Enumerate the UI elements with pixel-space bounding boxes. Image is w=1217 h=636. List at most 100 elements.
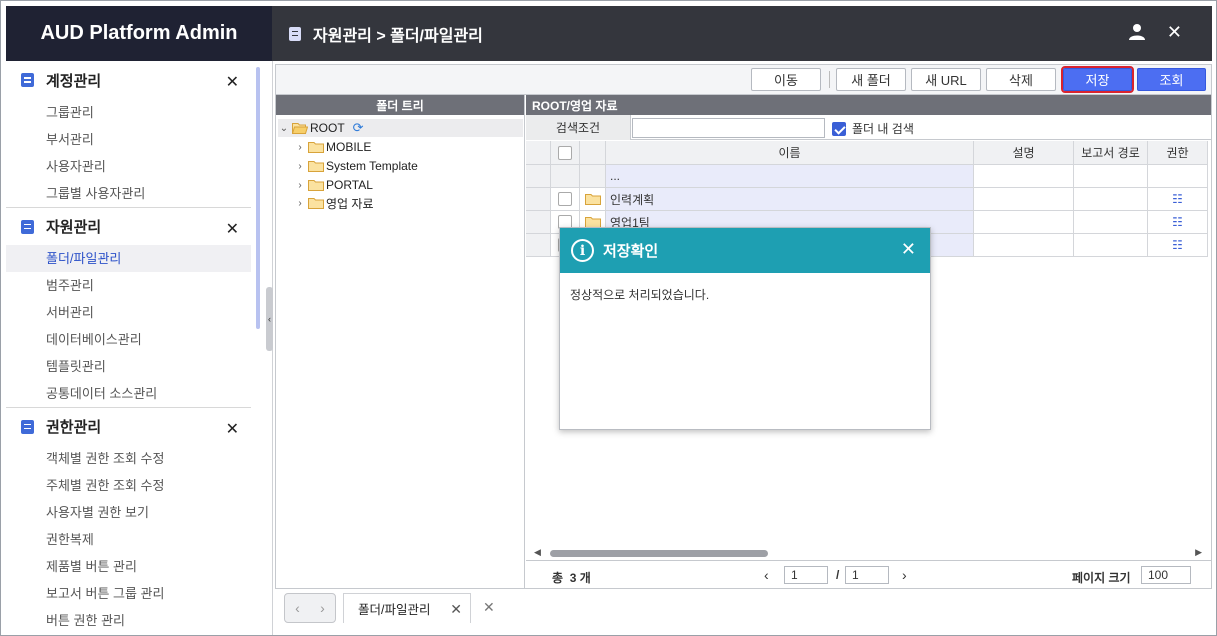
new-folder-button[interactable]: 새 폴더 — [836, 68, 906, 91]
close-all-tabs-icon[interactable]: ✕ — [483, 599, 495, 616]
search-bar: 검색조건 폴더 내 검색 — [526, 115, 1211, 140]
chevron-right-icon[interactable]: › — [294, 161, 306, 172]
close-icon[interactable]: ✕ — [226, 419, 239, 439]
sidebar-item-user-permission-view[interactable]: 사용자별 권한 보기 — [6, 499, 251, 526]
app-title: AUD Platform Admin — [6, 6, 272, 61]
sidebar-item-product-button-mgmt[interactable]: 제품별 버튼 관리 — [6, 553, 251, 580]
checkbox[interactable] — [558, 145, 572, 160]
chevron-right-icon[interactable]: › — [294, 142, 306, 153]
search-button[interactable]: 조회 — [1137, 68, 1206, 91]
sidebar-item-common-datasource-mgmt[interactable]: 공통데이터 소스관리 — [6, 380, 251, 407]
tree-node-sales-data[interactable]: › 영업 자료 — [294, 194, 373, 212]
sidebar-collapse-handle[interactable]: ‹ — [266, 287, 273, 351]
top-header: 자원관리 > 폴더/파일관리 ✕ — [272, 6, 1212, 61]
move-button[interactable]: 이동 — [751, 68, 821, 91]
user-icon[interactable] — [1128, 23, 1146, 41]
sidebar-item-group-mgmt[interactable]: 그룹관리 — [6, 99, 251, 126]
permission-edit-icon[interactable]: ☷ — [1148, 211, 1208, 234]
sidebar-group-resource[interactable]: 자원관리 ✕ — [6, 207, 251, 245]
scroll-left-icon[interactable]: ◀ — [534, 547, 541, 558]
column-header-description[interactable]: 설명 — [974, 141, 1074, 165]
page-size-input[interactable]: 100 — [1141, 566, 1191, 584]
tab-bar: ‹ › 폴더/파일관리 ✕ ✕ — [273, 590, 1213, 630]
sidebar-item-permission-copy[interactable]: 권한복제 — [6, 526, 251, 553]
save-confirm-dialog: i 저장확인 ✕ 정상적으로 처리되었습니다. — [559, 227, 931, 430]
parent-folder-row[interactable]: ... — [606, 165, 974, 188]
table-cell — [1074, 211, 1148, 234]
divider — [829, 71, 830, 88]
permission-edit-icon[interactable]: ☷ — [1148, 188, 1208, 211]
column-header-report-path[interactable]: 보고서 경로 — [1074, 141, 1148, 165]
sidebar-item-report-button-group-mgmt[interactable]: 보고서 버튼 그룹 관리 — [6, 580, 251, 607]
folder-icon — [308, 180, 324, 191]
permission-edit-icon[interactable]: ☷ — [1148, 234, 1208, 257]
sidebar-item-folder-file-mgmt[interactable]: 폴더/파일관리 — [6, 245, 251, 272]
column-header-name[interactable]: 이름 — [606, 141, 974, 165]
new-url-button[interactable]: 새 URL — [911, 68, 981, 91]
sidebar-item-button-permission-mgmt[interactable]: 버튼 권한 관리 — [6, 607, 251, 634]
page-separator: / — [836, 568, 840, 582]
grid-header-cell — [580, 141, 606, 165]
column-header-permission[interactable]: 권한 — [1148, 141, 1208, 165]
tree-node-system-template[interactable]: › System Template — [294, 157, 418, 175]
folder-open-icon — [292, 123, 308, 134]
chevron-right-icon[interactable]: › — [294, 198, 306, 209]
sidebar-group-permission[interactable]: 권한관리 ✕ — [6, 407, 251, 445]
sidebar-item-subject-permission[interactable]: 주체별 권한 조회 수정 — [6, 472, 251, 499]
scrollbar-thumb[interactable] — [550, 550, 768, 557]
tree-node-portal[interactable]: › PORTAL — [294, 176, 373, 194]
delete-button[interactable]: 삭제 — [986, 68, 1056, 91]
search-input[interactable] — [632, 118, 825, 138]
tree-node-mobile[interactable]: › MOBILE — [294, 138, 371, 156]
close-icon[interactable]: ✕ — [226, 219, 239, 239]
horizontal-scrollbar[interactable]: ◀ ▶ — [534, 547, 1202, 558]
sidebar-scrollbar[interactable] — [256, 67, 260, 329]
tab-folder-file-mgmt[interactable]: 폴더/파일관리 ✕ — [343, 593, 471, 623]
next-page-icon[interactable]: › — [902, 567, 907, 583]
chevron-right-icon[interactable]: › — [294, 180, 306, 191]
document-icon — [289, 26, 301, 41]
save-button[interactable]: 저장 — [1061, 66, 1134, 93]
row-indicator — [526, 188, 551, 211]
checkbox[interactable] — [832, 121, 846, 136]
in-folder-search-toggle[interactable]: 폴더 내 검색 — [832, 120, 914, 137]
row-indicator — [526, 234, 551, 257]
sidebar-group-account[interactable]: 계정관리 ✕ — [6, 61, 251, 99]
sidebar-item-category-mgmt[interactable]: 범주관리 — [6, 272, 251, 299]
tab-close-icon[interactable]: ✕ — [450, 601, 462, 618]
row-name-cell[interactable]: 인력계획 — [606, 188, 974, 211]
row-indicator — [526, 165, 551, 188]
table-cell — [551, 165, 580, 188]
folder-tree-panel: 폴더 트리 ⌄ ROOT ⟳ › MOBILE › System Templat… — [276, 95, 525, 589]
close-icon[interactable]: ✕ — [226, 72, 239, 92]
toolbar: 이동 새 폴더 새 URL 삭제 저장 조회 — [276, 65, 1211, 95]
close-icon[interactable]: ✕ — [1167, 22, 1182, 43]
panel-path-header: ROOT/영업 자료 — [526, 95, 1211, 115]
folder-icon — [308, 198, 324, 209]
search-condition-label: 검색조건 — [526, 115, 631, 140]
folder-tree-header: 폴더 트리 — [276, 95, 524, 115]
chevron-down-icon[interactable]: ⌄ — [278, 123, 290, 134]
checkbox[interactable] — [558, 192, 572, 206]
row-checkbox-cell[interactable] — [551, 188, 580, 211]
current-page-input[interactable]: 1 — [784, 566, 828, 584]
sidebar-item-user-mgmt[interactable]: 사용자관리 — [6, 153, 251, 180]
sidebar-item-template-mgmt[interactable]: 템플릿관리 — [6, 353, 251, 380]
tree-node-label: ROOT — [310, 121, 345, 135]
total-count: 총 3 개 — [552, 569, 591, 586]
sidebar-item-object-permission[interactable]: 객체별 권한 조회 수정 — [6, 445, 251, 472]
refresh-icon[interactable]: ⟳ — [353, 120, 364, 136]
sidebar-item-database-mgmt[interactable]: 데이터베이스관리 — [6, 326, 251, 353]
tab-prev-icon[interactable]: ‹ — [295, 600, 300, 616]
sidebar-item-server-mgmt[interactable]: 서버관리 — [6, 299, 251, 326]
sidebar-item-dept-mgmt[interactable]: 부서관리 — [6, 126, 251, 153]
table-cell — [1148, 165, 1208, 188]
prev-page-icon[interactable]: ‹ — [764, 567, 769, 583]
tree-node-root[interactable]: ⌄ ROOT ⟳ — [278, 119, 523, 137]
tab-next-icon[interactable]: › — [320, 600, 325, 616]
in-folder-search-label: 폴더 내 검색 — [852, 122, 914, 136]
scroll-right-icon[interactable]: ▶ — [1195, 547, 1202, 558]
grid-header-select-all[interactable] — [551, 141, 580, 165]
sidebar-item-group-user-mgmt[interactable]: 그룹별 사용자관리 — [6, 180, 251, 207]
dialog-close-button[interactable]: ✕ — [901, 239, 916, 260]
